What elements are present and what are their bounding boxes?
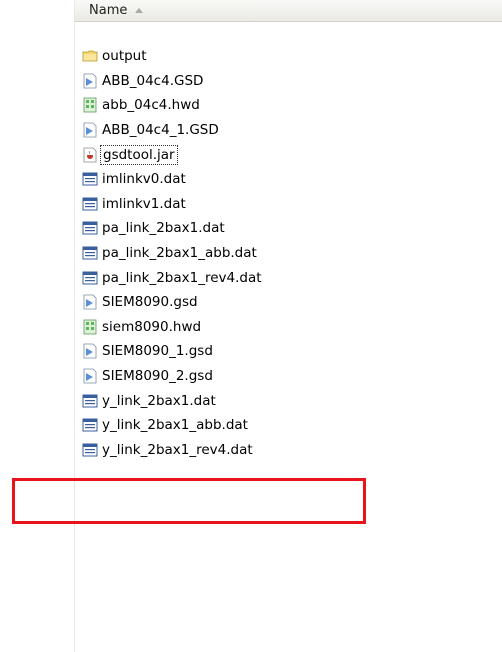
folder-icon: [82, 48, 98, 64]
dat-file-icon: [82, 220, 98, 236]
dat-file-icon: [82, 196, 98, 212]
hwd-file-icon: [82, 319, 98, 335]
file-name: siem8090.hwd: [102, 318, 202, 335]
file-name: imlinkv0.dat: [102, 171, 186, 188]
dat-file-icon: [82, 270, 98, 286]
file-row-y-link-2bax1-abb-dat[interactable]: y_link_2bax1_abb.dat: [82, 413, 482, 438]
file-name: SIEM8090.gsd: [102, 294, 198, 311]
dat-file-icon: [82, 393, 98, 409]
jar-file-icon: [82, 147, 98, 163]
dat-file-icon: [82, 171, 98, 187]
file-row-imlinkv1-dat[interactable]: imlinkv1.dat: [82, 192, 482, 217]
file-name: gsdtool.jar: [100, 144, 178, 165]
file-row-siem8090-gsd[interactable]: SIEM8090.gsd: [82, 290, 482, 315]
file-name: y_link_2bax1_abb.dat: [102, 417, 248, 434]
column-header-bar: Name: [75, 0, 502, 22]
file-name: ABB_04c4_1.GSD: [102, 122, 219, 139]
file-row-abb-04c4-hwd[interactable]: abb_04c4.hwd: [82, 93, 482, 118]
gsd-file-icon: [82, 122, 98, 138]
file-name: imlinkv1.dat: [102, 195, 186, 212]
dat-file-icon: [82, 245, 98, 261]
dat-file-icon: [82, 417, 98, 433]
file-row-pa-link-2bax1-dat[interactable]: pa_link_2bax1.dat: [82, 216, 482, 241]
file-name: ABB_04c4.GSD: [102, 72, 204, 89]
file-name: y_link_2bax1.dat: [102, 392, 216, 409]
file-row-siem8090-2-gsd[interactable]: SIEM8090_2.gsd: [82, 364, 482, 389]
file-list: output ABB_04c4.GSD abb_04c4.hwd ABB_04c…: [82, 44, 482, 462]
file-name: pa_link_2bax1.dat: [102, 220, 225, 237]
file-row-siem8090-1-gsd[interactable]: SIEM8090_1.gsd: [82, 339, 482, 364]
file-name: SIEM8090_2.gsd: [102, 368, 213, 385]
file-row-pa-link-2bax1-rev4-dat[interactable]: pa_link_2bax1_rev4.dat: [82, 265, 482, 290]
file-row-abb-04c4-1-gsd[interactable]: ABB_04c4_1.GSD: [82, 118, 482, 143]
file-row-y-link-2bax1-dat[interactable]: y_link_2bax1.dat: [82, 388, 482, 413]
gsd-file-icon: [82, 294, 98, 310]
file-name: pa_link_2bax1_abb.dat: [102, 245, 257, 262]
file-row-pa-link-2bax1-abb-dat[interactable]: pa_link_2bax1_abb.dat: [82, 241, 482, 266]
name-column-label: Name: [89, 3, 128, 18]
file-name: abb_04c4.hwd: [102, 97, 200, 114]
hwd-file-icon: [82, 97, 98, 113]
file-row-imlinkv0-dat[interactable]: imlinkv0.dat: [82, 167, 482, 192]
file-row-abb-04c4-gsd[interactable]: ABB_04c4.GSD: [82, 69, 482, 94]
gsd-file-icon: [82, 343, 98, 359]
file-row-gsdtool-jar[interactable]: gsdtool.jar: [82, 142, 482, 167]
file-name: pa_link_2bax1_rev4.dat: [102, 269, 262, 286]
navigation-pane-blank: [0, 0, 74, 652]
gsd-file-icon: [82, 368, 98, 384]
file-row-y-link-2bax1-rev4-dat[interactable]: y_link_2bax1_rev4.dat: [82, 438, 482, 463]
gsd-file-icon: [82, 73, 98, 89]
file-name: output: [102, 48, 147, 65]
file-row-siem8090-hwd[interactable]: siem8090.hwd: [82, 315, 482, 340]
sort-ascending-icon: [135, 8, 144, 13]
file-name: y_link_2bax1_rev4.dat: [102, 441, 253, 458]
dat-file-icon: [82, 442, 98, 458]
file-name: SIEM8090_1.gsd: [102, 343, 213, 360]
file-row-output[interactable]: output: [82, 44, 482, 69]
name-column-header[interactable]: Name: [75, 0, 502, 21]
